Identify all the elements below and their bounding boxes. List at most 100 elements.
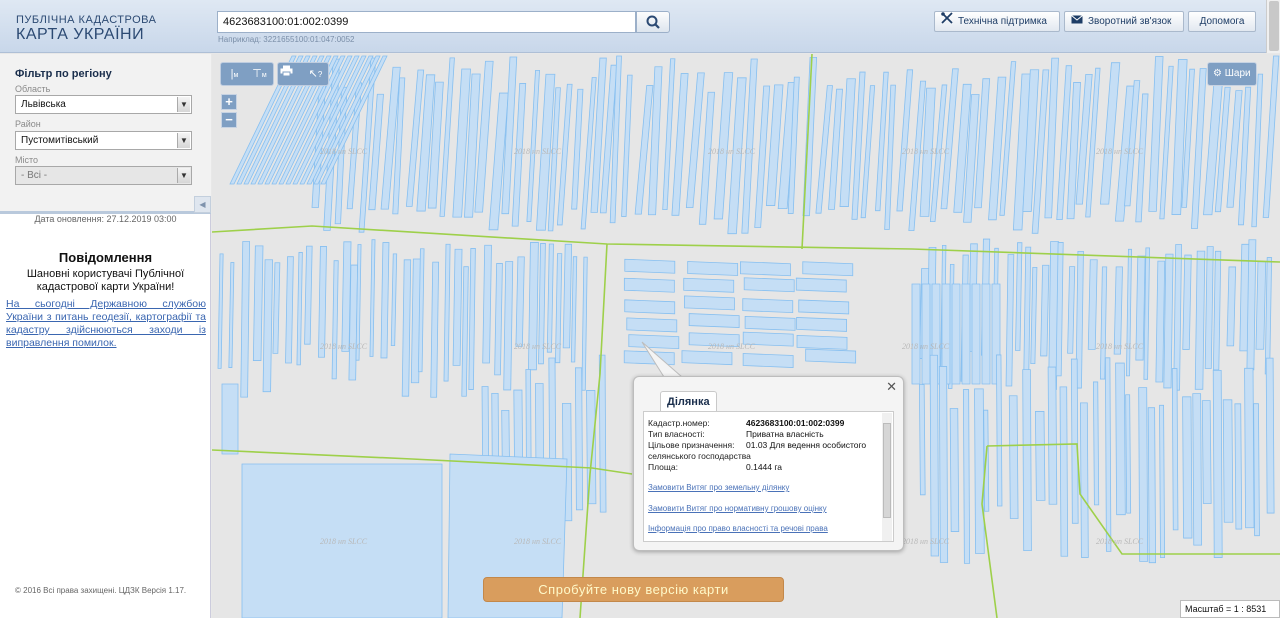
- land-parcel[interactable]: [961, 283, 971, 385]
- zoom-in-button[interactable]: +: [221, 94, 237, 110]
- land-parcel[interactable]: [938, 366, 949, 563]
- land-parcel[interactable]: [1125, 394, 1132, 514]
- land-parcel[interactable]: [468, 248, 476, 390]
- land-parcel[interactable]: [1234, 403, 1243, 530]
- land-parcel[interactable]: [1253, 403, 1260, 537]
- land-parcel[interactable]: [1182, 396, 1193, 539]
- brand-title-line1[interactable]: ПУБЛІЧНА КАДАСТРОВА: [16, 14, 156, 26]
- land-parcel[interactable]: [684, 295, 735, 311]
- page-scrollbar[interactable]: [1266, 0, 1280, 53]
- land-parcel[interactable]: [1192, 393, 1203, 546]
- land-parcel[interactable]: [1138, 387, 1149, 562]
- land-parcel[interactable]: [1087, 259, 1098, 350]
- land-parcel[interactable]: [621, 74, 633, 217]
- land-parcel[interactable]: [482, 244, 492, 364]
- try-new-version-button[interactable]: Спробуйте нову версію карти: [483, 577, 784, 602]
- land-parcel[interactable]: [1030, 266, 1038, 365]
- land-parcel[interactable]: [1204, 246, 1214, 369]
- brand-title-line2[interactable]: КАРТА УКРАЇНИ: [16, 26, 144, 44]
- land-parcel[interactable]: [929, 354, 939, 557]
- land-parcel[interactable]: [1182, 254, 1192, 350]
- land-parcel[interactable]: [1147, 407, 1157, 564]
- land-parcel[interactable]: [795, 277, 847, 293]
- land-parcel[interactable]: [570, 256, 578, 363]
- land-parcel[interactable]: [754, 85, 771, 228]
- land-parcel[interactable]: [331, 260, 339, 380]
- land-parcel[interactable]: [698, 91, 715, 225]
- land-parcel[interactable]: [430, 261, 440, 398]
- land-parcel[interactable]: [262, 259, 273, 393]
- land-parcel[interactable]: [1155, 260, 1166, 383]
- land-parcel[interactable]: [802, 261, 854, 277]
- land-parcel[interactable]: [574, 367, 584, 511]
- land-parcel[interactable]: [272, 262, 281, 354]
- land-parcel[interactable]: [623, 277, 675, 293]
- land-parcel[interactable]: [624, 258, 676, 274]
- land-parcel[interactable]: [1265, 357, 1275, 514]
- land-parcel[interactable]: [628, 334, 680, 350]
- city-select[interactable]: - Всі - ▼: [15, 166, 192, 185]
- land-parcel[interactable]: [740, 261, 791, 277]
- measure-area-icon[interactable]: ⊤м: [249, 65, 270, 84]
- land-parcel[interactable]: [1255, 261, 1267, 350]
- land-parcel[interactable]: [1059, 386, 1069, 557]
- map-canvas[interactable]: 2018 нп SLCC 2018 нп SLCC 2018 нп SLCC 2018…: [212, 54, 1280, 618]
- land-parcel[interactable]: [285, 256, 294, 364]
- land-parcel[interactable]: [240, 241, 250, 398]
- tech-support-button[interactable]: Технічна підтримка: [934, 11, 1060, 32]
- raion-select[interactable]: Пустомитівський ▼: [15, 131, 192, 150]
- land-parcel[interactable]: [1251, 73, 1264, 228]
- land-parcel[interactable]: [1023, 246, 1032, 377]
- land-parcel[interactable]: [962, 389, 971, 564]
- land-parcel[interactable]: [1163, 253, 1174, 389]
- land-parcel[interactable]: [681, 350, 733, 366]
- land-parcel[interactable]: [796, 334, 848, 350]
- land-parcel[interactable]: [918, 384, 926, 496]
- feedback-button[interactable]: Зворотний зв'язок: [1064, 11, 1184, 32]
- zoom-out-button[interactable]: −: [221, 112, 237, 128]
- land-parcel[interactable]: [515, 256, 525, 347]
- land-parcel[interactable]: [1159, 404, 1165, 559]
- land-parcel[interactable]: [503, 261, 514, 391]
- land-parcel[interactable]: [581, 256, 588, 391]
- land-parcel[interactable]: [996, 354, 1003, 507]
- land-parcel[interactable]: [369, 239, 376, 357]
- land-parcel[interactable]: [796, 317, 847, 332]
- land-parcel[interactable]: [252, 245, 264, 361]
- land-parcel[interactable]: [1070, 358, 1079, 524]
- land-parcel[interactable]: [1126, 248, 1132, 377]
- land-parcel[interactable]: [304, 245, 313, 345]
- oblast-select[interactable]: Львівська ▼: [15, 95, 192, 114]
- land-parcel[interactable]: [798, 299, 850, 315]
- land-parcel[interactable]: [1212, 250, 1222, 371]
- land-parcel[interactable]: [1034, 411, 1046, 501]
- land-parcel[interactable]: [688, 313, 740, 329]
- ownership-info-link[interactable]: Інформація про право власності та речові…: [648, 524, 828, 533]
- land-parcel[interactable]: [1040, 264, 1050, 357]
- land-parcel[interactable]: [439, 57, 455, 217]
- land-parcel[interactable]: [1262, 55, 1280, 218]
- land-parcel[interactable]: [971, 283, 981, 385]
- print-icon[interactable]: [280, 65, 301, 84]
- land-parcel[interactable]: [1047, 366, 1058, 505]
- land-parcel[interactable]: [318, 246, 327, 358]
- land-parcel[interactable]: [452, 248, 463, 366]
- help-button[interactable]: Допомога: [1188, 11, 1256, 32]
- search-button[interactable]: [636, 11, 670, 33]
- measure-distance-icon[interactable]: |м: [224, 65, 245, 84]
- land-parcel[interactable]: [1246, 239, 1257, 371]
- close-icon[interactable]: ✕: [886, 379, 897, 395]
- land-parcel[interactable]: [228, 262, 235, 368]
- land-parcel[interactable]: [1194, 250, 1206, 390]
- tab-parcel[interactable]: Ділянка: [660, 391, 717, 411]
- land-parcel[interactable]: [626, 317, 678, 333]
- land-parcel[interactable]: [296, 252, 303, 366]
- land-parcel[interactable]: [981, 283, 991, 385]
- land-parcel[interactable]: [1148, 56, 1164, 212]
- land-parcel[interactable]: [683, 277, 735, 293]
- land-parcel[interactable]: [1079, 402, 1089, 558]
- land-parcel[interactable]: [1099, 62, 1121, 205]
- land-parcel[interactable]: [1264, 257, 1273, 375]
- land-parcel[interactable]: [1008, 395, 1019, 519]
- land-parcel[interactable]: [1226, 266, 1237, 347]
